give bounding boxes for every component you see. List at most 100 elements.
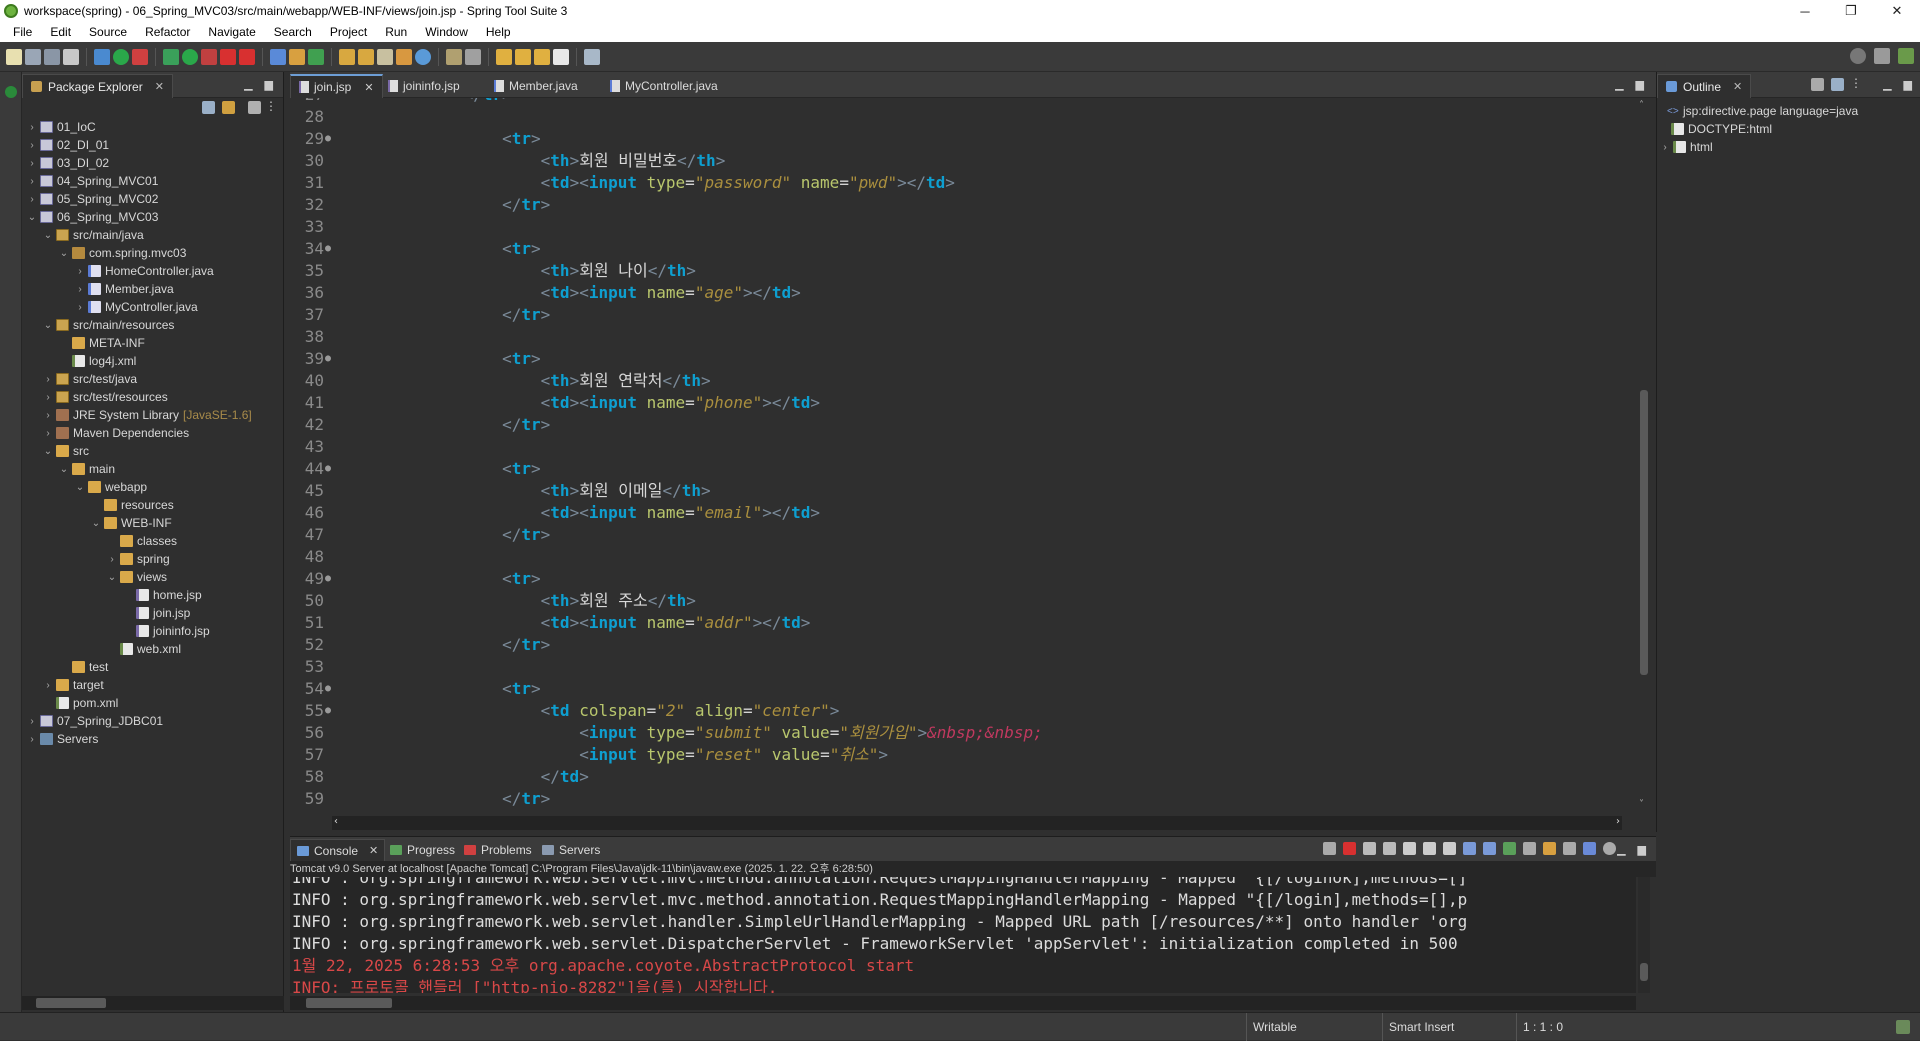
code-line[interactable]: 43 <box>290 436 1636 458</box>
print-icon[interactable] <box>63 48 79 65</box>
status-insert-mode[interactable]: Smart Insert <box>1382 1013 1516 1041</box>
tree-item[interactable]: › 07_Spring_JDBC01 <box>22 712 283 730</box>
close-icon[interactable]: ✕ <box>364 81 373 94</box>
tree-item[interactable]: › src/test/java <box>22 370 283 388</box>
tab-problems[interactable]: Problems <box>458 839 538 861</box>
close-icon[interactable]: ✕ <box>155 80 164 93</box>
tree-item[interactable]: › Servers <box>22 730 283 748</box>
code-line[interactable]: 51 <td><input name="addr"></td> <box>290 612 1636 634</box>
code-line[interactable]: 37 </tr> <box>290 304 1636 326</box>
new-icon[interactable] <box>6 48 22 65</box>
fold-marker-icon[interactable]: ● <box>325 568 331 590</box>
maximize-view-icon[interactable]: ▆ <box>1636 78 1644 91</box>
back-icon[interactable] <box>534 48 550 65</box>
show-on-stderr-icon[interactable] <box>1483 842 1496 855</box>
expand-arrow-icon[interactable]: › <box>26 194 38 205</box>
tree-item[interactable]: › 04_Spring_MVC01 <box>22 172 283 190</box>
show-on-stdout-icon[interactable] <box>1463 842 1476 855</box>
web-browser-icon[interactable] <box>415 48 431 65</box>
maximize-view-icon[interactable]: ▆ <box>1904 78 1912 91</box>
ansi-icon[interactable] <box>1583 842 1596 855</box>
collapse-arrow-icon[interactable]: ⌄ <box>42 320 54 331</box>
tab-mycontroller-java[interactable]: MyController.java <box>602 74 726 98</box>
previous-annotation-icon[interactable] <box>515 48 531 65</box>
code-line[interactable]: 50 <th>회원 주소</th> <box>290 590 1636 612</box>
tree-item[interactable]: › JRE System Library [JavaSE-1.6] <box>22 406 283 424</box>
tree-item[interactable]: › target <box>22 676 283 694</box>
menu-refactor[interactable]: Refactor <box>136 25 199 39</box>
toggle-breadcrumb-icon[interactable] <box>584 48 600 65</box>
open-task-icon[interactable] <box>396 48 412 65</box>
view-menu-icon[interactable]: ⋮ <box>1850 76 1862 90</box>
menu-window[interactable]: Window <box>416 25 477 39</box>
tree-item[interactable]: › spring <box>22 550 283 568</box>
tree-item[interactable]: joininfo.jsp <box>22 622 283 640</box>
menu-project[interactable]: Project <box>321 25 376 39</box>
code-line[interactable]: 53 <box>290 656 1636 678</box>
collapse-all-icon[interactable] <box>1831 78 1844 91</box>
minimize-view-icon[interactable]: ▁ <box>1617 843 1625 856</box>
spring-boot-icon[interactable] <box>5 86 17 98</box>
tree-item[interactable]: ⌄ com.spring.mvc03 <box>22 244 283 262</box>
expand-arrow-icon[interactable]: › <box>42 392 54 403</box>
code-line[interactable]: 59 </tr> <box>290 788 1636 810</box>
code-line[interactable]: 30 <th>회원 비밀번호</th> <box>290 150 1636 172</box>
menu-run[interactable]: Run <box>376 25 416 39</box>
run-icon[interactable] <box>182 48 198 65</box>
tree-item[interactable]: › src/test/resources <box>22 388 283 406</box>
open-resource-icon[interactable] <box>358 48 374 65</box>
expand-arrow-icon[interactable]: › <box>42 410 54 421</box>
spring-boot-status-icon[interactable] <box>1896 1020 1910 1034</box>
skip-breakpoints-icon[interactable] <box>94 48 110 65</box>
save-all-icon[interactable] <box>44 48 60 65</box>
remove-launch-icon[interactable] <box>1363 842 1376 855</box>
minimize-view-icon[interactable]: ▁ <box>244 78 252 91</box>
tab-joininfo-jsp[interactable]: joininfo.jsp <box>380 74 468 98</box>
code-line[interactable]: 49 ● <tr> <box>290 568 1636 590</box>
fold-marker-icon[interactable]: ● <box>325 700 331 722</box>
new-package-icon[interactable] <box>289 48 305 65</box>
menu-search[interactable]: Search <box>265 25 321 39</box>
code-editor[interactable]: 27 </tr>2829● <tr>30 <th>회원 비밀번호</th>31 … <box>290 98 1636 810</box>
tree-item[interactable]: classes <box>22 532 283 550</box>
open-console-icon[interactable] <box>1543 842 1556 855</box>
scroll-thumb[interactable] <box>1640 963 1648 981</box>
expand-arrow-icon[interactable]: › <box>74 266 86 277</box>
tree-item[interactable]: ⌄ 06_Spring_MVC03 <box>22 208 283 226</box>
tree-item[interactable]: › 03_DI_02 <box>22 154 283 172</box>
console-hscroll[interactable] <box>290 996 1636 1010</box>
stop-icon[interactable] <box>220 48 236 65</box>
quick-access-search-icon[interactable] <box>1850 48 1866 64</box>
expand-arrow-icon[interactable]: › <box>26 734 38 745</box>
remove-all-terminated-icon[interactable] <box>1383 842 1396 855</box>
new-java-project-icon[interactable] <box>270 48 286 65</box>
code-line[interactable]: 48 <box>290 546 1636 568</box>
open-perspective-icon[interactable] <box>1874 48 1890 64</box>
scroll-right-icon[interactable]: › <box>1616 816 1620 827</box>
expand-arrow-icon[interactable]: › <box>106 554 118 565</box>
code-line[interactable]: 32 </tr> <box>290 194 1636 216</box>
code-line[interactable]: 34 ● <tr> <box>290 238 1636 260</box>
tab-member-java[interactable]: Member.java <box>486 74 586 98</box>
code-line[interactable]: 46 <td><input name="email"></td> <box>290 502 1636 524</box>
code-line[interactable]: 54 ● <tr> <box>290 678 1636 700</box>
close-button[interactable]: ✕ <box>1874 0 1920 22</box>
fold-marker-icon[interactable]: ● <box>325 348 331 370</box>
maximize-view-icon[interactable]: ▆ <box>1638 843 1646 856</box>
collapse-arrow-icon[interactable]: ⌄ <box>90 518 102 529</box>
code-line[interactable]: 38 <box>290 326 1636 348</box>
tree-item[interactable]: META-INF <box>22 334 283 352</box>
fold-marker-icon[interactable]: ● <box>325 128 331 150</box>
minimize-view-icon[interactable]: ▁ <box>1615 78 1623 91</box>
outline-item-directive[interactable]: <> jsp:directive.page language=java <box>1657 102 1920 120</box>
link-with-editor-icon[interactable] <box>222 101 235 114</box>
code-line[interactable]: 42 </tr> <box>290 414 1636 436</box>
tree-item[interactable]: join.jsp <box>22 604 283 622</box>
scroll-left-icon[interactable]: ‹ <box>334 816 338 827</box>
close-icon[interactable]: ✕ <box>369 844 378 857</box>
next-annotation-icon[interactable] <box>496 48 512 65</box>
scroll-down-icon[interactable]: ˅ <box>1639 799 1644 810</box>
restart-icon[interactable] <box>1323 842 1336 855</box>
code-line[interactable]: 47 </tr> <box>290 524 1636 546</box>
expand-arrow-icon[interactable]: › <box>42 428 54 439</box>
